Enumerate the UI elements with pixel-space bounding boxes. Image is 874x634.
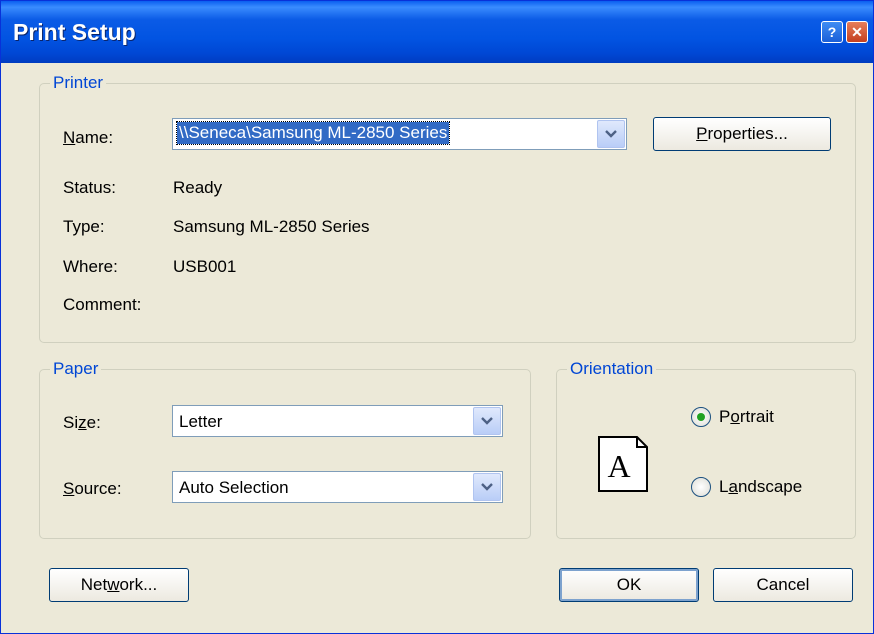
size-label: Size:	[63, 413, 101, 432]
chevron-down-icon[interactable]	[473, 473, 501, 501]
cancel-button[interactable]: Cancel	[713, 568, 853, 602]
properties-button-label: Properties...	[696, 124, 788, 143]
help-icon[interactable]: ?	[821, 21, 843, 43]
portrait-page-icon: A	[598, 436, 648, 492]
paper-source-combo[interactable]: Auto Selection	[172, 471, 503, 503]
properties-button[interactable]: Properties...	[653, 117, 831, 151]
print-setup-dialog: Print Setup ? ✕ Printer Name: \\Seneca\S…	[0, 0, 874, 634]
where-value: USB001	[173, 257, 237, 276]
printer-legend: Printer	[50, 73, 107, 93]
network-button[interactable]: Network...	[49, 568, 189, 602]
portrait-label[interactable]: Portrait	[719, 407, 774, 427]
page-glyph-text: A	[607, 448, 630, 484]
source-label: Source:	[63, 479, 122, 498]
close-icon[interactable]: ✕	[846, 21, 868, 43]
status-label: Status:	[63, 178, 116, 197]
printer-name-value: \\Seneca\Samsung ML-2850 Series	[175, 121, 451, 145]
printer-name-combo[interactable]: \\Seneca\Samsung ML-2850 Series	[172, 118, 627, 150]
type-label: Type:	[63, 217, 105, 236]
ok-button[interactable]: OK	[559, 568, 699, 602]
status-value: Ready	[173, 178, 223, 197]
portrait-radio[interactable]	[691, 407, 711, 427]
name-label: Name:	[63, 128, 114, 147]
chevron-down-icon[interactable]	[473, 407, 501, 435]
comment-label: Comment:	[63, 295, 142, 314]
where-label: Where:	[63, 257, 118, 276]
paper-group: Paper	[39, 359, 531, 539]
paper-source-value: Auto Selection	[179, 478, 289, 497]
type-value: Samsung ML-2850 Series	[173, 217, 370, 236]
paper-size-combo[interactable]: Letter	[172, 405, 503, 437]
chevron-down-icon[interactable]	[597, 120, 625, 148]
paper-legend: Paper	[50, 359, 102, 379]
radio-selected-dot	[697, 413, 705, 421]
orientation-legend: Orientation	[567, 359, 657, 379]
window-title: Print Setup	[13, 19, 136, 45]
title-bar[interactable]: Print Setup ? ✕	[1, 1, 873, 63]
landscape-label[interactable]: Landscape	[719, 477, 802, 497]
landscape-radio[interactable]	[691, 477, 711, 497]
paper-size-value: Letter	[179, 412, 223, 431]
network-button-label: Network...	[80, 575, 158, 594]
